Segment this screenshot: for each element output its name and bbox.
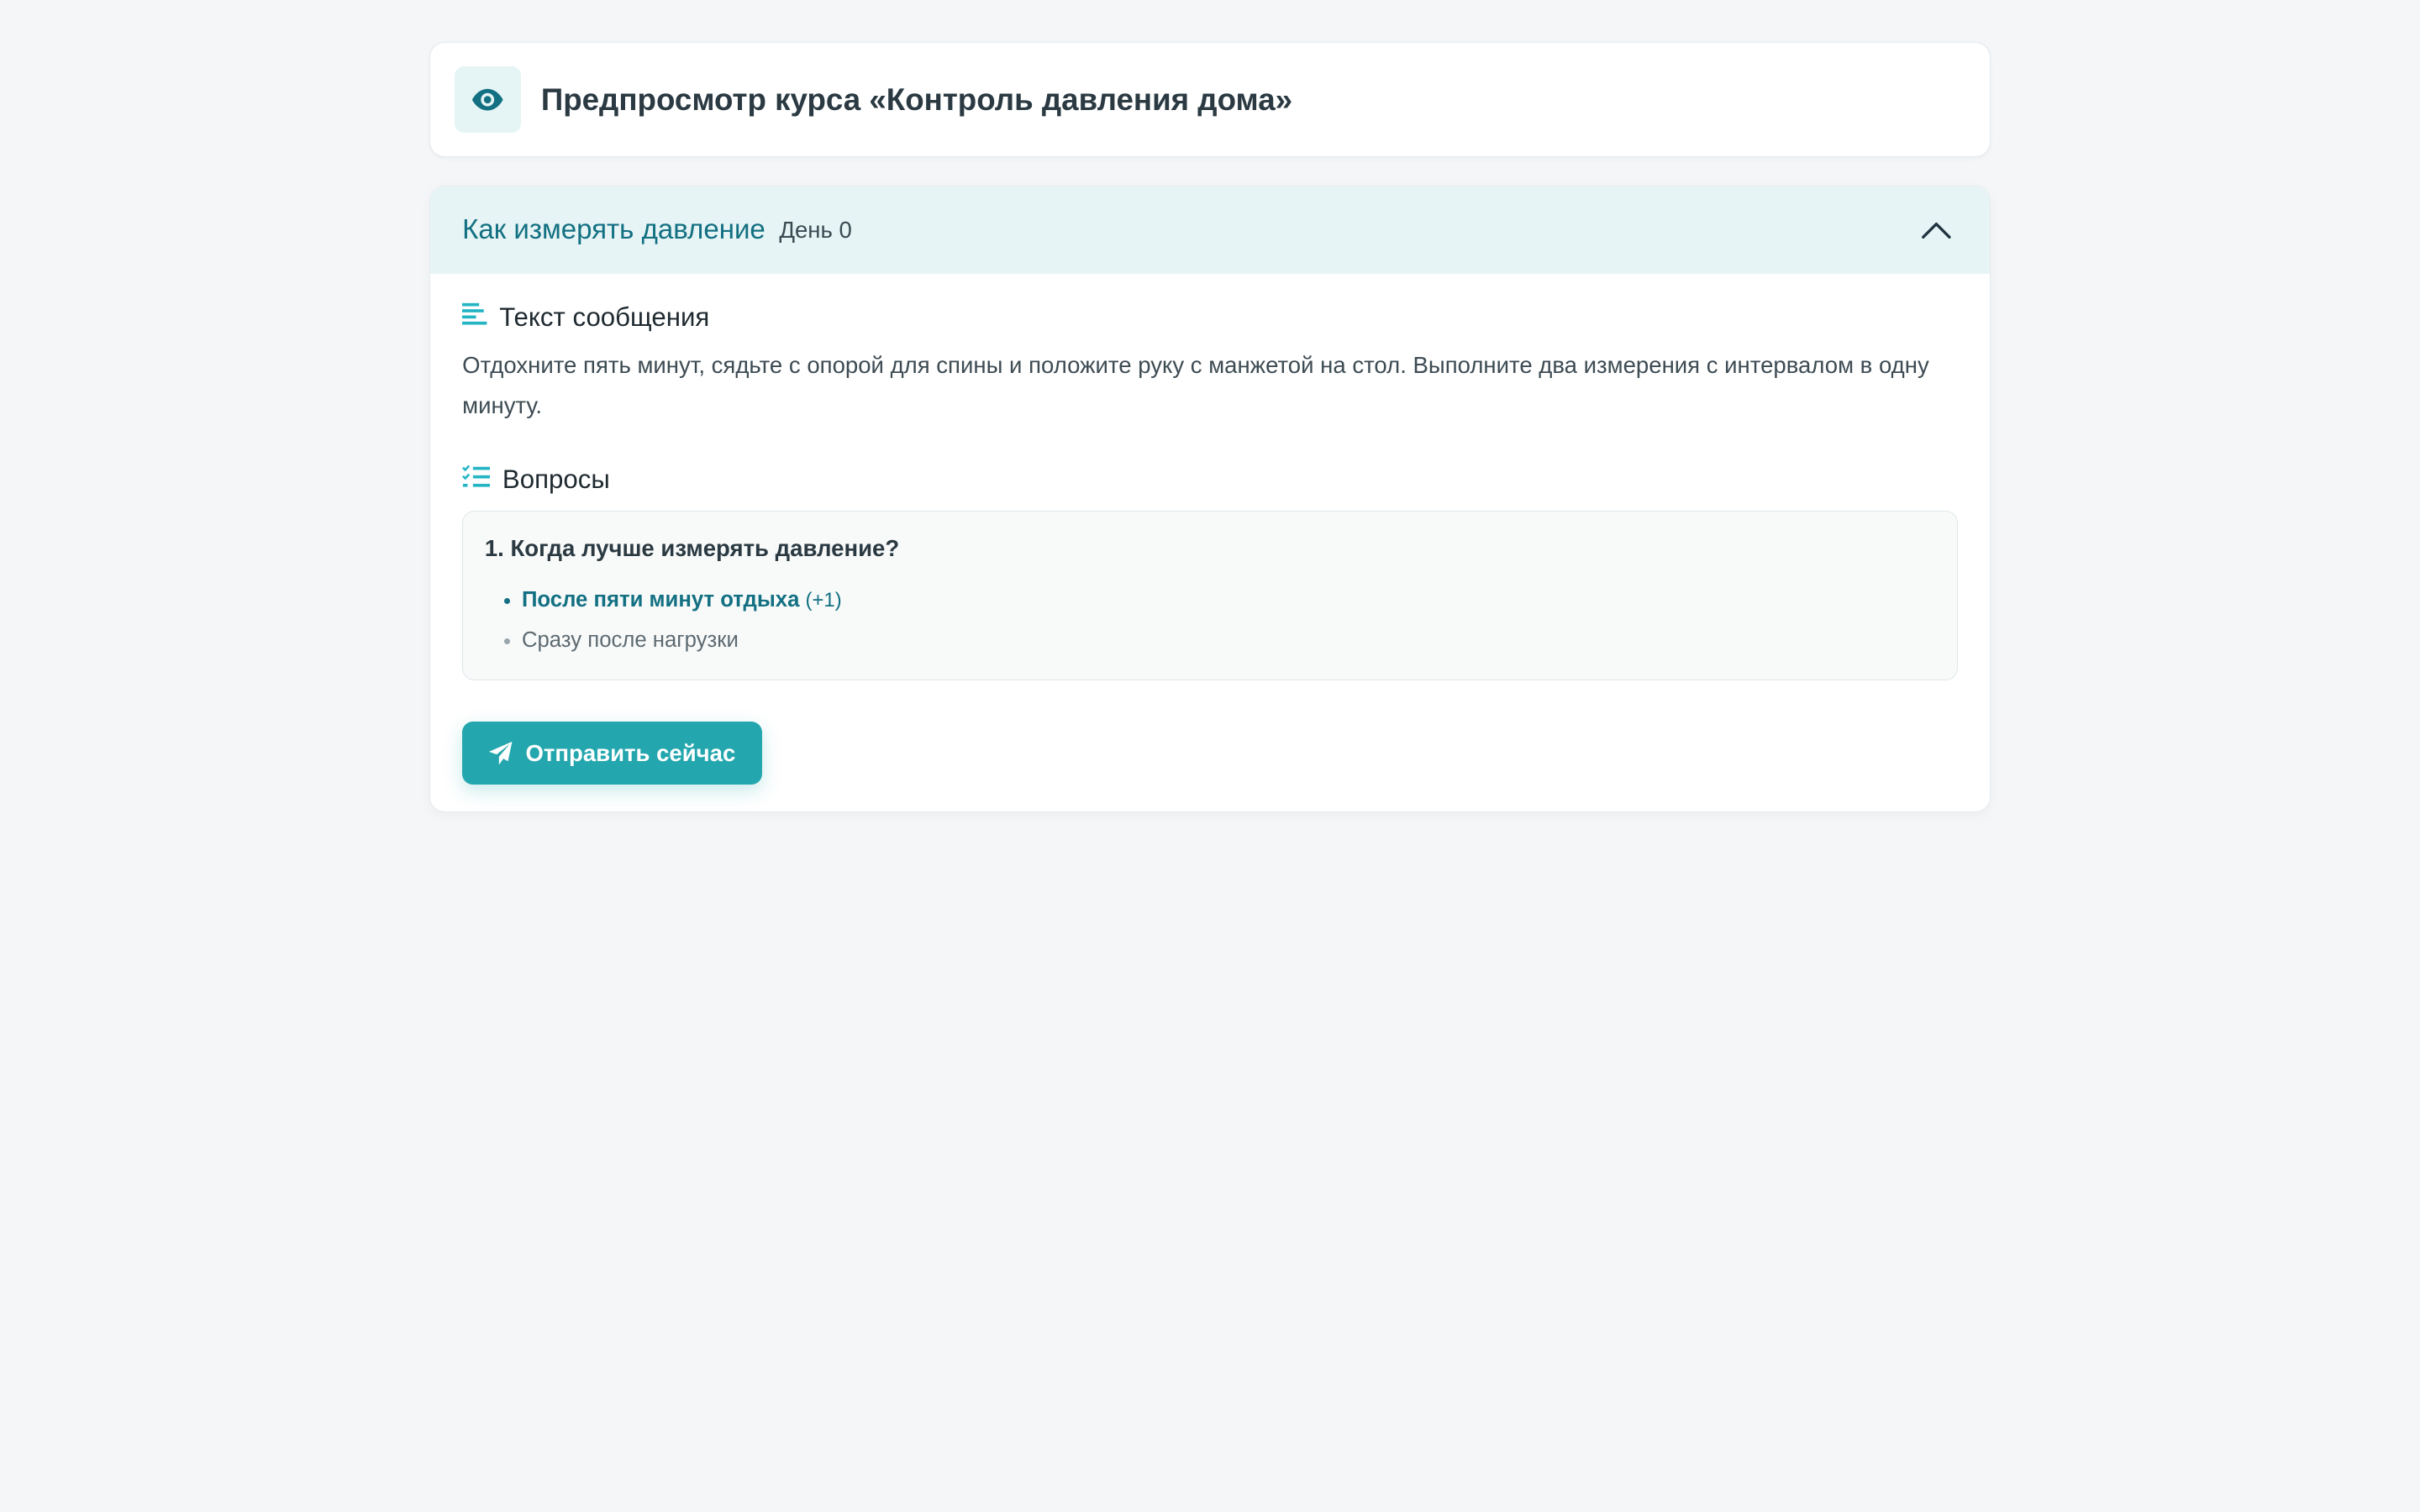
questions-section-label: Вопросы — [502, 465, 610, 495]
eye-icon — [454, 66, 521, 134]
answer-text: Сразу после нагрузки — [521, 627, 739, 652]
question-card: 1. Когда лучше измерять давление? После … — [462, 511, 1958, 680]
page-title: Предпросмотр курса «Контроль давления до… — [540, 81, 1293, 117]
paper-plane-icon — [488, 741, 513, 765]
answer-list: После пяти минут отдыха (+1) Сразу после… — [485, 580, 1935, 661]
answer-text: После пяти минут отдыха — [521, 588, 800, 612]
send-now-button[interactable]: Отправить сейчас — [462, 722, 762, 785]
lesson-title: Как измерять давление — [462, 213, 765, 245]
preview-header: Предпросмотр курса «Контроль давления до… — [429, 41, 1991, 158]
lesson-header[interactable]: Как измерять давление День 0 — [429, 186, 1991, 275]
checklist-icon — [462, 465, 491, 496]
preview-container: Предпросмотр курса «Контроль давления до… — [429, 41, 1991, 812]
message-section-header: Текст сообщения — [462, 302, 1958, 333]
lesson-card: Как измерять давление День 0 Текст сообщ… — [429, 185, 1991, 812]
message-section-label: Текст сообщения — [499, 302, 710, 332]
answer-points: (+1) — [805, 589, 842, 612]
lesson-day: День 0 — [779, 216, 852, 243]
answer-item-correct: После пяти минут отдыха (+1) — [522, 580, 1935, 621]
text-lines-icon — [462, 302, 487, 333]
lesson-body: Текст сообщения Отдохните пять минут, ся… — [430, 274, 1991, 811]
send-now-label: Отправить сейчас — [525, 739, 736, 766]
message-text: Отдохните пять минут, сядьте с опорой дл… — [462, 352, 1929, 419]
question-title: 1. Когда лучше измерять давление? — [484, 535, 900, 562]
answer-item: Сразу после нагрузки — [522, 621, 1935, 661]
questions-section-header: Вопросы — [462, 465, 1958, 496]
chevron-up-icon[interactable] — [1921, 221, 1952, 239]
